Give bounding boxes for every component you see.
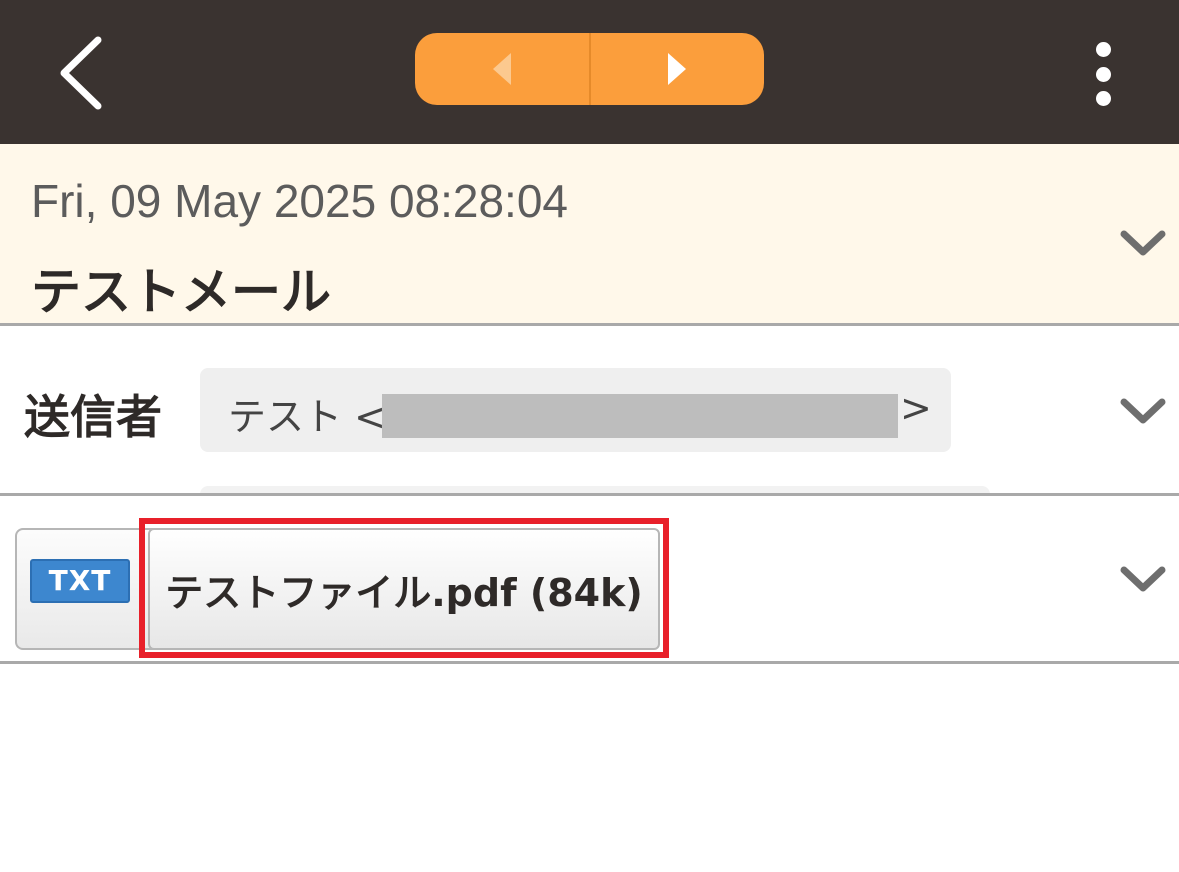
chevron-down-icon[interactable] — [1120, 228, 1166, 258]
vertical-ellipsis-icon — [1095, 91, 1111, 106]
message-nav-pill — [415, 33, 764, 105]
mail-view: Fri, 09 May 2025 08:28:04 テストメール 送信者 テスト… — [0, 0, 1179, 872]
message-header[interactable]: Fri, 09 May 2025 08:28:04 テストメール — [0, 144, 1179, 326]
sender-name: テスト < — [228, 395, 386, 439]
attachment-button[interactable]: テストファイル.pdf (84k) — [148, 528, 660, 650]
sender-label: 送信者 — [24, 390, 162, 444]
chevron-down-icon[interactable] — [1120, 564, 1166, 594]
redacted-email — [382, 394, 898, 438]
message-date: Fri, 09 May 2025 08:28:04 — [31, 175, 568, 227]
top-bar — [0, 0, 1179, 144]
chevron-down-icon[interactable] — [1120, 396, 1166, 426]
more-menu-button[interactable] — [1078, 36, 1128, 112]
triangle-left-icon — [492, 53, 511, 85]
sender-address-end: > — [900, 386, 932, 430]
vertical-ellipsis-icon — [1095, 66, 1111, 82]
sender-row: 送信者 テスト < > — [0, 326, 1179, 496]
previous-message-button[interactable] — [415, 33, 589, 105]
attachment-filename: テストファイル.pdf (84k) — [165, 570, 643, 615]
triangle-right-icon — [668, 53, 687, 85]
vertical-ellipsis-icon — [1095, 42, 1111, 57]
recipient-field — [200, 486, 990, 493]
txt-file-icon: TXT — [30, 559, 130, 603]
attachment-row: TXT テストファイル.pdf (84k) — [0, 496, 1179, 664]
next-message-button[interactable] — [591, 33, 765, 105]
back-button[interactable] — [40, 30, 120, 116]
chevron-left-icon — [60, 36, 102, 110]
message-subject: テストメール — [31, 263, 331, 321]
sender-field[interactable]: テスト < > — [200, 368, 951, 452]
